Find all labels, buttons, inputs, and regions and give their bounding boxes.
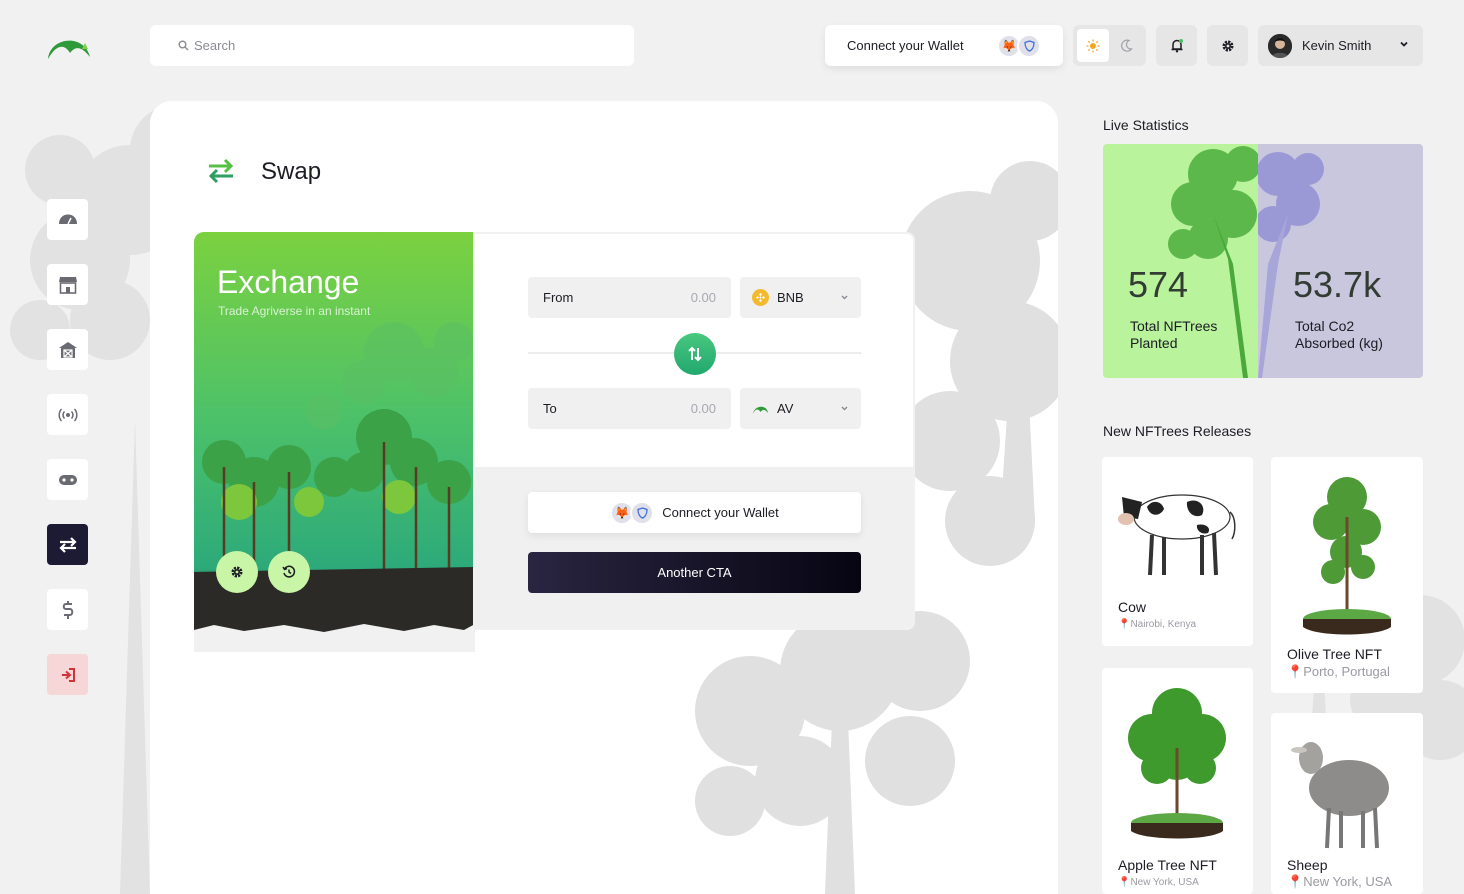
exchange-hero-card: Exchange Trade Agriverse in an instant [194,232,475,652]
cta-label: Another CTA [657,565,732,580]
nft-location: 📍Nairobi, Kenya [1118,619,1197,630]
planted-label: Total NFTrees Planted [1130,318,1218,351]
bell-icon [1171,39,1183,53]
theme-toggle[interactable] [1073,25,1146,66]
connect-wallet-button[interactable]: 🦊 Connect your Wallet [528,492,861,533]
swap-form: From 0.00 BNB To 0.00 AV 🦊 Connect your … [475,234,913,628]
from-amount-value[interactable]: 0.00 [691,290,716,305]
chevron-down-icon [841,295,848,300]
from-label: From [543,290,574,305]
sidebar-item-dashboard[interactable] [47,199,88,240]
apple-tree-image [1128,688,1226,839]
av-token-icon [752,400,769,417]
another-cta-button[interactable]: Another CTA [528,552,861,593]
nft-location: 📍Porto, Portugal [1287,664,1390,679]
sidebar-item-finance[interactable] [47,589,88,630]
sun-icon[interactable] [1077,29,1109,62]
chevron-down-icon [841,406,848,411]
sidebar-item-farm[interactable] [47,329,88,370]
swap-panel: Swap Exchange Trade Agriverse in an inst… [150,101,1058,894]
gear-icon [1222,40,1233,51]
to-label: To [543,401,557,416]
nft-name: Cow [1118,599,1147,615]
swap-direction-button[interactable] [674,333,716,375]
co2-label: Total Co2 Absorbed (kg) [1295,318,1383,351]
connect-wallet-label: Connect your Wallet [847,38,964,53]
store-icon [58,276,77,294]
releases-heading: New NFTrees Releases [1103,423,1252,439]
sidebar-item-live[interactable] [47,394,88,435]
settings-button[interactable] [1207,25,1248,66]
trustwallet-icon [1017,34,1041,58]
swap-vertical-icon [688,346,702,362]
logout-icon [61,667,75,682]
dollar-icon [62,600,73,619]
search-icon [178,40,189,51]
sheep-image [1291,742,1389,849]
agriverse-logo[interactable] [46,31,92,61]
olive-tree-image [1303,477,1391,635]
history-icon [282,565,296,578]
from-token-select[interactable]: BNB [740,277,861,318]
page-title: Swap [261,158,322,185]
trustwallet-icon [630,500,655,525]
co2-value: 53.7k [1293,264,1382,305]
notifications-button[interactable] [1156,25,1197,66]
swap-icon [58,536,77,553]
user-profile-menu[interactable]: Kevin Smith [1258,25,1423,66]
sidebar-item-marketplace[interactable] [47,264,88,305]
connect-wallet-label: Connect your Wallet [662,505,779,520]
to-amount-value[interactable]: 0.00 [691,401,716,416]
swap-settings-button[interactable] [216,551,258,593]
chevron-down-icon [1400,41,1408,47]
bnb-icon [752,289,769,306]
planted-value: 574 [1128,264,1189,305]
swap-title-icon [208,158,234,184]
nft-location: 📍New York, USA [1118,877,1199,888]
gamepad-icon [58,474,77,485]
exchange-subtitle: Trade Agriverse in an instant [218,304,371,318]
to-token-select[interactable]: AV [740,388,861,429]
to-token-label: AV [777,401,794,416]
nft-card-apple-tree[interactable]: Apple Tree NFT 📍New York, USA [1102,668,1253,894]
nft-location: 📍New York, USA [1287,874,1393,889]
nft-name: Olive Tree NFT [1287,646,1382,662]
nft-name: Apple Tree NFT [1118,857,1217,873]
nft-card-cow[interactable]: Cow 📍Nairobi, Kenya [1102,457,1253,646]
nft-card-olive-tree[interactable]: Olive Tree NFT 📍Porto, Portugal [1271,457,1423,693]
sidebar-item-logout[interactable] [47,654,88,695]
live-statistics-card: 574 Total NFTrees Planted 53.7k Total Co… [1103,144,1423,378]
cow-image [1118,494,1236,576]
gear-icon [231,566,243,578]
avatar [1268,33,1292,58]
gauge-icon [58,214,77,224]
sidebar-item-games[interactable] [47,459,88,500]
moon-icon[interactable] [1111,29,1143,62]
connect-wallet-button-top[interactable]: Connect your Wallet 🦊 [825,25,1063,66]
search-input[interactable]: Search [194,38,235,53]
swap-history-button[interactable] [268,551,310,593]
to-amount-field[interactable]: To 0.00 [528,388,731,429]
broadcast-icon [57,408,78,421]
exchange-title: Exchange [217,264,360,300]
from-token-label: BNB [777,290,804,305]
user-name: Kevin Smith [1302,38,1372,53]
nft-name: Sheep [1287,857,1328,873]
nft-card-sheep[interactable]: Sheep 📍New York, USA [1271,713,1423,894]
co2-stat: 53.7k Total Co2 Absorbed (kg) [1258,144,1423,378]
sidebar-item-swap[interactable] [47,524,88,565]
from-amount-field[interactable]: From 0.00 [528,277,731,318]
barn-icon [58,341,77,358]
live-statistics-heading: Live Statistics [1103,117,1189,133]
planted-stat: 574 Total NFTrees Planted [1103,144,1258,378]
search-bar[interactable]: Search [150,25,634,66]
